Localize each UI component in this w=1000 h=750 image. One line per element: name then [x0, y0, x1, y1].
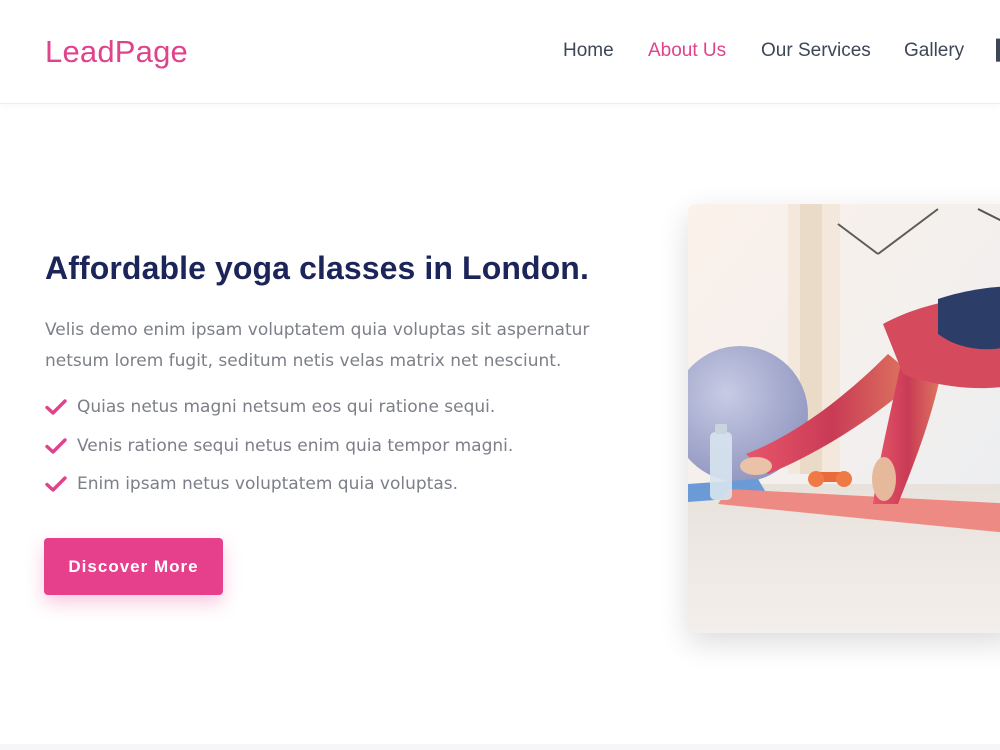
feature-text: Quias netus magni netsum eos qui ratione…: [77, 397, 496, 417]
nav-item-gallery[interactable]: Gallery: [904, 40, 964, 62]
nav-item-truncated[interactable]: ▌: [996, 40, 1000, 62]
main-nav: Home About Us Our Services Gallery ▌: [0, 40, 1000, 70]
feature-item: Enim ipsam netus voluptatem quia volupta…: [45, 470, 513, 509]
yoga-photo: [688, 204, 1000, 633]
feature-text: Enim ipsam netus voluptatem quia volupta…: [77, 474, 459, 494]
discover-more-button[interactable]: Discover More: [44, 538, 223, 595]
site-header: LeadPage Home About Us Our Services Gall…: [0, 0, 1000, 104]
section-divider: [0, 744, 1000, 750]
feature-item: Venis ratione sequi netus enim quia temp…: [45, 432, 513, 471]
feature-text: Venis ratione sequi netus enim quia temp…: [77, 435, 514, 456]
check-icon: [45, 476, 67, 492]
nav-item-home[interactable]: Home: [563, 40, 614, 62]
hero-image: [688, 204, 1000, 633]
nav-item-about-us[interactable]: About Us: [648, 40, 726, 62]
check-icon: [45, 437, 67, 454]
hero-description: Velis demo enim ipsam voluptatem quia vo…: [45, 320, 590, 371]
feature-item: Quias netus magni netsum eos qui ratione…: [45, 393, 513, 432]
check-icon: [45, 399, 67, 415]
hero-title: Affordable yoga classes in London.: [45, 250, 589, 286]
feature-list: Quias netus magni netsum eos qui ratione…: [45, 393, 513, 509]
nav-item-our-services[interactable]: Our Services: [761, 40, 871, 62]
